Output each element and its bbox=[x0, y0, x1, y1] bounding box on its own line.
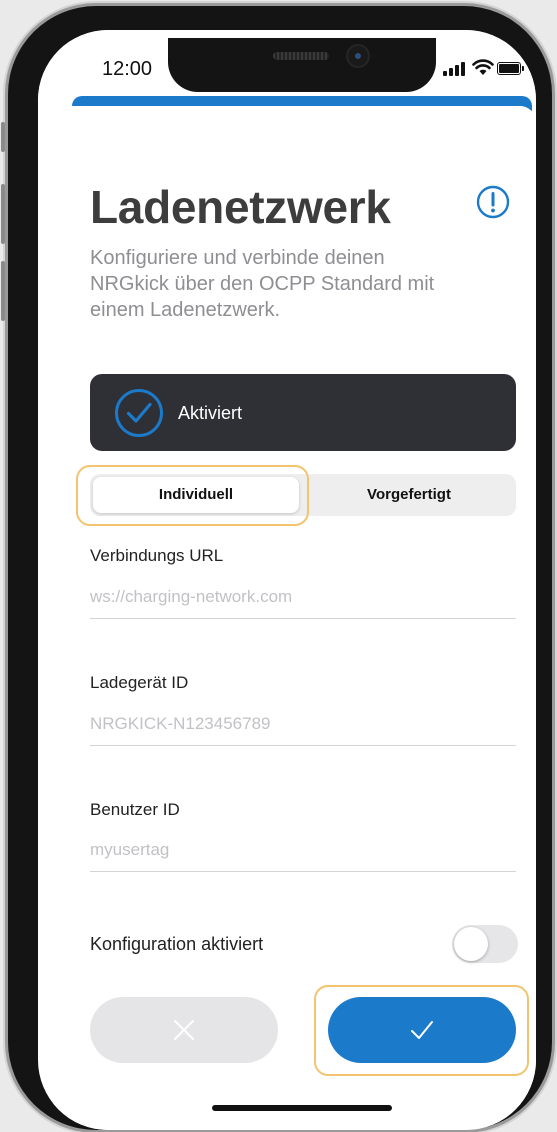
phone-frame: 12:00 Ladenetzwerk Konfiguriere und verb… bbox=[1, 6, 552, 1130]
charger-id-input[interactable] bbox=[90, 710, 516, 738]
highlight-box-segment bbox=[76, 465, 309, 526]
speaker-grille bbox=[273, 52, 329, 60]
battery-icon bbox=[497, 62, 524, 75]
config-toggle-label: Konfiguration aktiviert bbox=[90, 934, 264, 954]
cancel-button[interactable] bbox=[90, 997, 278, 1063]
side-button-volume-down bbox=[1, 261, 5, 321]
close-icon bbox=[174, 1020, 194, 1040]
url-input[interactable] bbox=[90, 583, 516, 611]
home-indicator bbox=[212, 1105, 392, 1111]
dynamic-island bbox=[168, 38, 436, 92]
status-icons bbox=[443, 59, 533, 76]
user-id-label: Benutzer ID bbox=[90, 800, 180, 819]
check-circle-icon[interactable] bbox=[114, 388, 164, 438]
user-id-underline bbox=[90, 871, 516, 872]
side-button-volume-up bbox=[1, 184, 5, 244]
status-time: 12:00 bbox=[102, 58, 153, 80]
page-description: Konfiguriere und verbinde deinen NRGkick… bbox=[90, 247, 435, 321]
config-toggle[interactable] bbox=[452, 925, 518, 963]
url-label: Verbindungs URL bbox=[90, 546, 224, 565]
status-bar: 12:00 bbox=[38, 30, 536, 104]
segment-vorgefertigt[interactable]: Vorgefertigt bbox=[306, 477, 512, 513]
highlight-box-confirm bbox=[314, 985, 529, 1076]
front-camera bbox=[346, 44, 370, 68]
app-screen: 12:00 Ladenetzwerk Konfiguriere und verb… bbox=[38, 30, 536, 1130]
info-icon[interactable] bbox=[476, 185, 510, 219]
toggle-knob bbox=[454, 927, 488, 961]
activation-label: Aktiviert bbox=[178, 403, 243, 423]
url-underline bbox=[90, 618, 516, 619]
activation-toggle-card[interactable]: Aktiviert bbox=[90, 374, 516, 451]
charger-id-label: Ladegerät ID bbox=[90, 673, 189, 692]
user-id-input[interactable] bbox=[90, 836, 516, 864]
charger-id-underline bbox=[90, 745, 516, 746]
page-title: Ladenetzwerk bbox=[90, 181, 391, 233]
wifi-icon bbox=[472, 59, 494, 75]
side-button-silent bbox=[1, 122, 5, 152]
